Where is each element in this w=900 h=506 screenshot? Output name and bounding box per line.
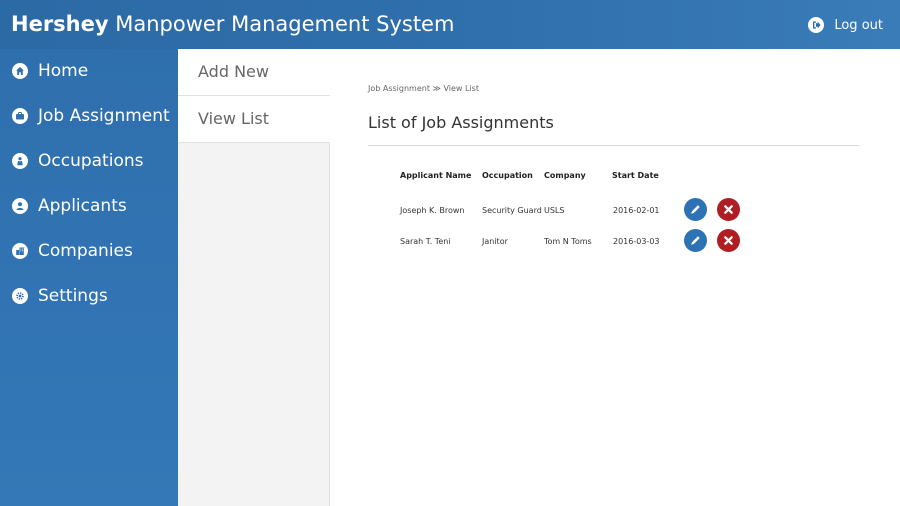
app-brand: Hershey [11,12,109,36]
sidebar-item-label: Job Assignment [38,106,170,126]
sidebar-item-label: Applicants [38,196,127,216]
title-divider [368,145,859,146]
app-title: Hershey Manpower Management System [11,10,454,38]
submenu-item-add-new[interactable]: Add New [178,49,330,96]
edit-button[interactable] [684,229,707,252]
edit-button[interactable] [684,198,707,221]
column-header-start-date: Start Date [612,171,659,180]
sidebar-item-applicants[interactable]: Applicants [0,184,178,228]
cell-start-date: 2016-02-01 [613,206,660,215]
logout-icon [808,17,825,33]
breadcrumb-current: View List [443,84,479,93]
worker-icon [12,153,28,169]
cell-occupation: Janitor [482,237,508,246]
app-title-text: Manpower Management System [108,12,455,36]
user-icon [12,198,28,214]
column-header-company: Company [544,171,586,180]
submenu-item-view-list[interactable]: View List [178,96,330,143]
cell-applicant: Joseph K. Brown [400,206,465,215]
building-icon [12,243,28,259]
column-header-applicant: Applicant Name [400,171,472,180]
briefcase-icon [12,108,28,124]
sidebar-item-label: Settings [38,286,108,306]
pencil-icon [691,205,700,214]
cell-occupation: Security Guard [482,206,542,215]
close-icon [724,236,733,245]
close-icon [724,205,733,214]
delete-button[interactable] [717,198,740,221]
sidebar-item-home[interactable]: Home [0,49,178,93]
sidebar-item-label: Home [38,61,89,81]
breadcrumb-parent[interactable]: Job Assignment [368,84,430,93]
sidebar-item-job-assignment[interactable]: Job Assignment [0,94,178,138]
column-header-occupation: Occupation [482,171,533,180]
logout-label: Log out [834,17,883,33]
delete-button[interactable] [717,229,740,252]
cell-company: USLS [544,206,565,215]
sidebar-item-occupations[interactable]: Occupations [0,139,178,183]
pencil-icon [691,236,700,245]
cell-start-date: 2016-03-03 [613,237,660,246]
gear-icon [12,288,28,304]
sidebar-item-label: Companies [38,241,133,261]
main-content: Job Assignment ≫ View List List of Job A… [331,49,900,506]
sidebar-item-settings[interactable]: Settings [0,274,178,318]
sidebar: Home Job Assignment Occupations Applican… [0,49,178,506]
cell-applicant: Sarah T. Teni [400,237,451,246]
breadcrumb-separator: ≫ [432,84,441,93]
logout-button[interactable]: Log out [808,14,883,36]
submenu-panel: Add New View List [178,49,330,506]
sidebar-item-companies[interactable]: Companies [0,229,178,273]
home-icon [12,63,28,79]
page-title: List of Job Assignments [368,113,554,132]
cell-company: Tom N Toms [544,237,592,246]
sidebar-item-label: Occupations [38,151,144,171]
breadcrumb: Job Assignment ≫ View List [368,84,479,93]
app-header: Hershey Manpower Management System Log o… [0,0,900,49]
